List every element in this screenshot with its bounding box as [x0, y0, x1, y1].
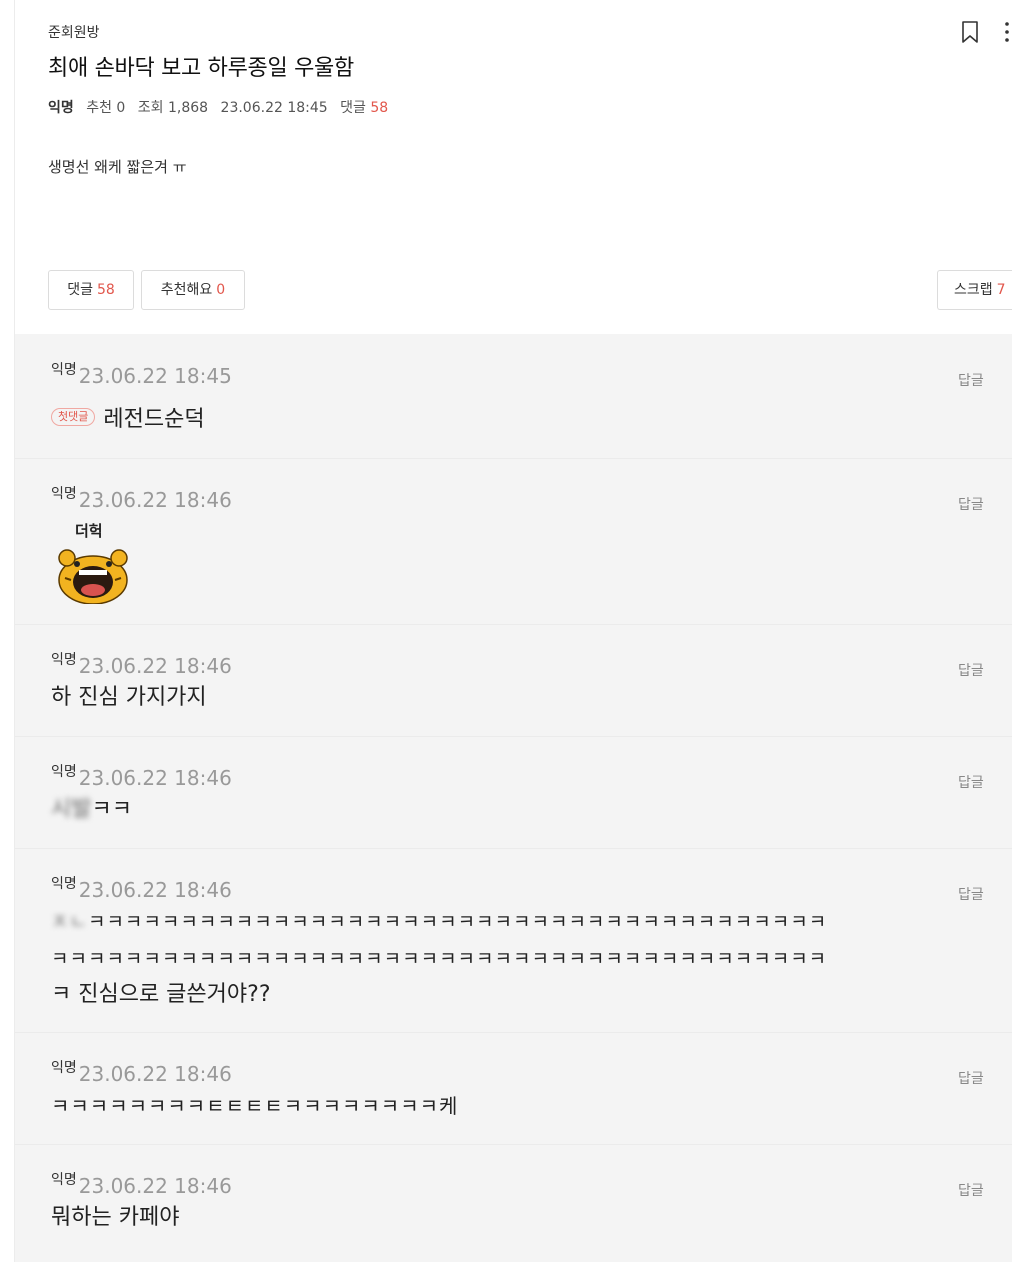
post-meta: 익명 추천 0 조회 1,868 23.06.22 18:45 댓글 58 — [48, 97, 396, 117]
tiger-sticker: 더헉 — [58, 522, 128, 604]
reply-button[interactable]: 답글 — [958, 494, 984, 514]
comment-text-line-3: ㅋ 진심으로 글쓴거야?? — [51, 982, 271, 1007]
comment-item: 익명 23.06.22 18:46 답글 하 진심 가지가지 — [15, 624, 1012, 737]
comments-button[interactable]: 댓글 58 — [48, 270, 134, 310]
comment-date: 23.06.22 18:46 — [78, 1062, 232, 1086]
comment-item: 익명 23.06.22 18:46 답글 ㅈㄴㅋㅋㅋㅋㅋㅋㅋㅋㅋㅋㅋㅋㅋㅋㅋㅋㅋㅋ… — [15, 848, 1012, 1033]
comment-item: 익명 23.06.22 18:46 답글 뭐하는 카페야 — [15, 1144, 1012, 1262]
comment-text-line-1: ㅈㄴㅋㅋㅋㅋㅋㅋㅋㅋㅋㅋㅋㅋㅋㅋㅋㅋㅋㅋㅋㅋㅋㅋㅋㅋㅋㅋㅋㅋㅋㅋㅋㅋㅋㅋㅋㅋㅋㅋ… — [51, 903, 827, 941]
reply-button[interactable]: 답글 — [958, 1068, 984, 1088]
censored-text: ㅈㄴ — [51, 911, 88, 933]
comment-author: 익명 — [51, 764, 77, 780]
comment-author: 익명 — [51, 1060, 77, 1076]
comment-text-line-2: ㅋㅋㅋㅋㅋㅋㅋㅋㅋㅋㅋㅋㅋㅋㅋㅋㅋㅋㅋㅋㅋㅋㅋㅋㅋㅋㅋㅋㅋㅋㅋㅋㅋㅋㅋㅋㅋㅋㅋㅋ… — [51, 948, 828, 970]
comment-date: 23.06.22 18:46 — [78, 1174, 232, 1198]
post-author: 익명 — [48, 100, 74, 116]
board-name[interactable]: 준회원방 — [48, 22, 100, 42]
comment-text: 뭐하는 카페야 — [51, 1205, 180, 1230]
reply-button[interactable]: 답글 — [958, 370, 984, 390]
comment-date: 23.06.22 18:46 — [78, 766, 232, 790]
comment-text: 하 진심 가지가지 — [51, 685, 207, 710]
censored-text: 시발 — [51, 797, 92, 822]
comment-date: 23.06.22 18:46 — [78, 654, 232, 678]
sticker-text: 더헉 — [75, 522, 103, 540]
post-page: 준회원방 최애 손바닥 보고 하루종일 우울함 익명 추천 0 조회 1,868… — [14, 0, 1012, 1262]
comment-item: 익명 23.06.22 18:46 답글 시발ㅋㅋ — [15, 736, 1012, 849]
comment-date: 23.06.22 18:45 — [78, 364, 232, 388]
post-body: 생명선 왜케 짧은겨 ㅠ — [48, 158, 187, 176]
post-title: 최애 손바닥 보고 하루종일 우울함 — [48, 56, 354, 81]
comment-text: 시발ㅋㅋ — [51, 791, 132, 829]
comment-author: 익명 — [51, 362, 77, 378]
like-button[interactable]: 추천해요 0 — [141, 270, 245, 310]
comment-author: 익명 — [51, 652, 77, 668]
comment-item: 익명 23.06.22 18:46 답글 ㅋㅋㅋㅋㅋㅋㅋㅋㅌㅌㅌㅌㅋㅋㅋㅋㅋㅋㅋㅋ… — [15, 1032, 1012, 1145]
comment-author: 익명 — [51, 1172, 77, 1188]
reply-button[interactable]: 답글 — [958, 1180, 984, 1200]
comment-item: 익명 23.06.22 18:45 답글 첫댓글 레전드순덕 — [15, 334, 1012, 459]
reply-button[interactable]: 답글 — [958, 884, 984, 904]
comment-date: 23.06.22 18:46 — [78, 878, 232, 902]
post-comment-count: 댓글 58 — [340, 100, 389, 116]
comment-text: ㅋㅋㅋㅋㅋㅋㅋㅋㅌㅌㅌㅌㅋㅋㅋㅋㅋㅋㅋㅋ케 — [51, 1094, 459, 1118]
comment-author: 익명 — [51, 486, 77, 502]
scrap-button[interactable]: 스크랩 7 — [937, 270, 1012, 310]
post-date: 23.06.22 18:45 — [220, 100, 328, 116]
first-comment-badge: 첫댓글 — [51, 408, 96, 426]
comment-author: 익명 — [51, 876, 77, 892]
comment-list: 익명 23.06.22 18:45 답글 첫댓글 레전드순덕 익명 23.06.22 … — [15, 334, 1012, 1262]
reply-button[interactable]: 답글 — [958, 660, 984, 680]
comment-date: 23.06.22 18:46 — [78, 488, 232, 512]
reply-button[interactable]: 답글 — [958, 772, 984, 792]
post-likes: 추천 0 — [86, 100, 126, 116]
comment-text: 첫댓글 레전드순덕 — [51, 401, 205, 439]
bookmark-icon[interactable] — [961, 20, 979, 44]
comment-item: 익명 23.06.22 18:46 답글 더헉 — [15, 458, 1012, 625]
more-vertical-icon[interactable] — [1000, 20, 1012, 44]
post-views: 조회 1,868 — [137, 100, 209, 116]
